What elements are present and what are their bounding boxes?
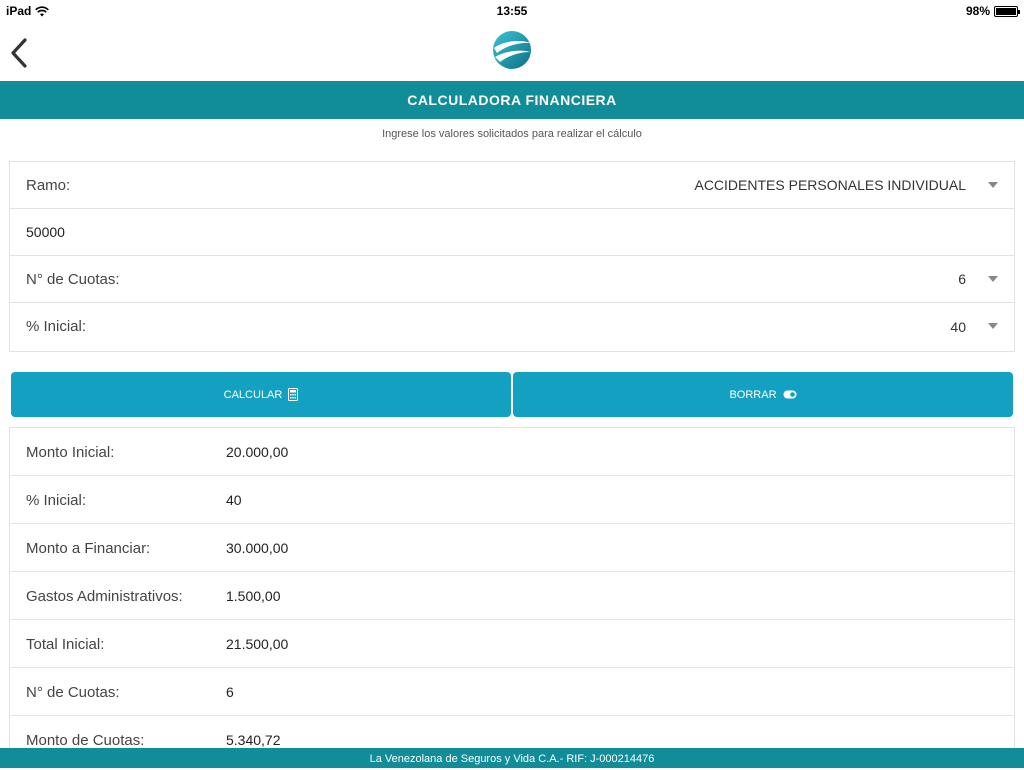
page-title: CALCULADORA FINANCIERA — [0, 81, 1024, 119]
result-value: 6 — [226, 684, 234, 700]
battery-percent: 98% — [965, 4, 990, 18]
battery-fill — [996, 7, 1016, 15]
footer-bar: La Venezolana de Seguros y Vida C.A.- RI… — [0, 748, 1024, 768]
result-label: Monto de Cuotas: — [26, 732, 145, 749]
inicial-select[interactable]: % Inicial: 40 — [10, 303, 1014, 350]
eraser-icon — [783, 390, 797, 399]
result-value: 20.000,00 — [226, 444, 289, 460]
nav-bar — [0, 22, 1024, 81]
company-logo — [493, 31, 531, 69]
chevron-down-icon — [988, 323, 998, 329]
borrar-label: BORRAR — [729, 388, 777, 401]
battery-icon — [994, 5, 1020, 17]
result-value: 21.500,00 — [226, 636, 289, 652]
page-subtitle: Ingrese los valores solicitados para rea… — [382, 128, 642, 140]
input-form: Ramo: ACCIDENTES PERSONALES INDIVIDUAL 5… — [9, 161, 1015, 352]
chevron-down-icon — [988, 182, 998, 188]
calculator-icon — [288, 388, 299, 401]
result-value: 1.500,00 — [226, 588, 281, 604]
action-buttons: CALCULAR BORRAR — [11, 372, 1013, 417]
result-row: Gastos Administrativos: 1.500,00 — [10, 572, 1014, 620]
result-row: N° de Cuotas: 6 — [10, 668, 1014, 716]
chevron-down-icon — [988, 276, 998, 282]
status-time: 13:55 — [496, 4, 528, 18]
status-bar: iPad 13:55 98% — [0, 0, 1024, 22]
status-right: 98% — [965, 4, 1020, 18]
result-label: Gastos Administrativos: — [26, 588, 183, 605]
result-label: % Inicial: — [26, 492, 87, 509]
borrar-button[interactable]: BORRAR — [513, 372, 1013, 417]
result-label: N° de Cuotas: — [26, 684, 120, 701]
cuotas-label: N° de Cuotas: — [26, 270, 120, 288]
result-label: Monto a Financiar: — [26, 540, 151, 557]
result-row: Total Inicial: 21.500,00 — [10, 620, 1014, 668]
calcular-label: CALCULAR — [223, 388, 283, 401]
inicial-label: % Inicial: — [26, 318, 87, 335]
ramo-select[interactable]: Ramo: ACCIDENTES PERSONALES INDIVIDUAL — [10, 162, 1014, 209]
ramo-label: Ramo: — [26, 176, 71, 194]
cuotas-select[interactable]: N° de Cuotas: 6 — [10, 256, 1014, 303]
result-value: 5.340,72 — [226, 732, 281, 748]
result-value: 30.000,00 — [226, 540, 289, 556]
calcular-button[interactable]: CALCULAR — [11, 372, 511, 417]
amount-input[interactable]: 50000 — [10, 209, 1014, 256]
result-row: Monto a Financiar: 30.000,00 — [10, 524, 1014, 572]
amount-value: 50000 — [26, 224, 65, 240]
result-row: Monto Inicial: 20.000,00 — [10, 428, 1014, 476]
ramo-value: ACCIDENTES PERSONALES INDIVIDUAL — [694, 177, 966, 193]
result-row: % Inicial: 40 — [10, 476, 1014, 524]
result-label: Total Inicial: — [26, 636, 105, 653]
cuotas-value: 6 — [958, 271, 966, 287]
results-list: Monto Inicial: 20.000,00 % Inicial: 40 M… — [9, 427, 1015, 757]
inicial-value: 40 — [950, 318, 966, 335]
result-label: Monto Inicial: — [26, 444, 115, 461]
back-chevron-icon[interactable] — [8, 36, 32, 70]
result-value: 40 — [226, 492, 242, 508]
